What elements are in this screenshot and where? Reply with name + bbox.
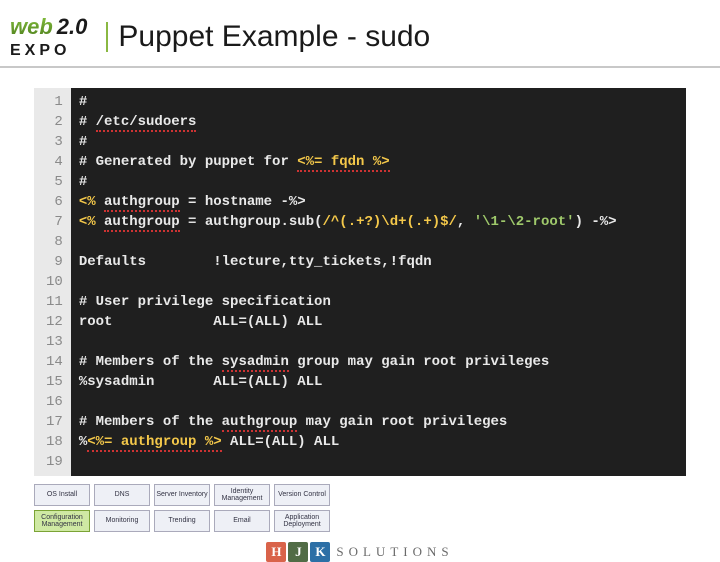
line-number: 9	[46, 252, 63, 272]
line-number: 11	[46, 292, 63, 312]
logo-subtext: EXPO	[10, 42, 70, 60]
code-line: #	[79, 172, 678, 192]
line-number: 13	[46, 332, 63, 352]
box-config-management: Configuration Management	[34, 510, 90, 532]
code-line	[79, 272, 678, 292]
title-underline	[108, 66, 710, 68]
line-number: 1	[46, 92, 63, 112]
code-line: %sysadmin ALL=(ALL) ALL	[79, 372, 678, 392]
box-row-2: Configuration Management Monitoring Tren…	[34, 510, 686, 532]
line-number: 6	[46, 192, 63, 212]
code-line: # /etc/sudoers	[79, 112, 678, 132]
line-number: 5	[46, 172, 63, 192]
line-number: 17	[46, 412, 63, 432]
code-line: # Members of the sysadmin group may gain…	[79, 352, 678, 372]
box-os-install: OS Install	[34, 484, 90, 506]
logo-version: 2.0	[54, 14, 91, 40]
code-line	[79, 392, 678, 412]
line-number: 7	[46, 212, 63, 232]
web20-expo-logo: web 2.0 EXPO	[10, 14, 90, 60]
topic-boxes: OS Install DNS Server Inventory Identity…	[34, 484, 686, 532]
code-line: #	[79, 132, 678, 152]
line-number: 12	[46, 312, 63, 332]
code-line: # User privilege specification	[79, 292, 678, 312]
code-line: #	[79, 92, 678, 112]
line-number-gutter: 1 2 3 4 5 6 7 8 9 10 11 12 13 14 15 16 1…	[34, 88, 71, 476]
code-line	[79, 332, 678, 352]
code-line: Defaults !lecture,tty_tickets,!fqdn	[79, 252, 678, 272]
code-line: <% authgroup = hostname -%>	[79, 192, 678, 212]
box-server-inventory: Server Inventory	[154, 484, 210, 506]
line-number: 3	[46, 132, 63, 152]
line-number: 8	[46, 232, 63, 252]
box-identity-management: Identity Management	[214, 484, 270, 506]
box-dns: DNS	[94, 484, 150, 506]
code-content: ## /etc/sudoers## Generated by puppet fo…	[71, 88, 686, 476]
box-monitoring: Monitoring	[94, 510, 150, 532]
code-line: %<%= authgroup %> ALL=(ALL) ALL	[79, 432, 678, 452]
footer-text: SOLUTIONS	[336, 544, 453, 560]
line-number: 14	[46, 352, 63, 372]
box-email: Email	[214, 510, 270, 532]
tile-h: H	[266, 542, 286, 562]
line-number: 18	[46, 432, 63, 452]
code-line	[79, 232, 678, 252]
footer-tiles: H J K	[266, 542, 330, 562]
code-line: # Generated by puppet for <%= fqdn %>	[79, 152, 678, 172]
code-line: <% authgroup = authgroup.sub(/^(.+?)\d+(…	[79, 212, 678, 232]
tile-k: K	[310, 542, 330, 562]
box-row-1: OS Install DNS Server Inventory Identity…	[34, 484, 686, 506]
line-number: 4	[46, 152, 63, 172]
line-number: 2	[46, 112, 63, 132]
line-number: 16	[46, 392, 63, 412]
box-app-deployment: Application Deployment	[274, 510, 330, 532]
slide-title: Puppet Example - sudo	[108, 20, 710, 54]
line-number: 19	[46, 452, 63, 472]
line-number: 15	[46, 372, 63, 392]
code-line: # Members of the authgroup may gain root…	[79, 412, 678, 432]
box-version-control: Version Control	[274, 484, 330, 506]
code-block: 1 2 3 4 5 6 7 8 9 10 11 12 13 14 15 16 1…	[34, 88, 686, 476]
code-line	[79, 452, 678, 472]
line-number: 10	[46, 272, 63, 292]
code-line: root ALL=(ALL) ALL	[79, 312, 678, 332]
tile-j: J	[288, 542, 308, 562]
footer-logo: H J K SOLUTIONS	[0, 542, 720, 562]
slide-header: web 2.0 EXPO Puppet Example - sudo	[0, 0, 720, 68]
logo-word: web	[10, 14, 53, 40]
box-trending: Trending	[154, 510, 210, 532]
